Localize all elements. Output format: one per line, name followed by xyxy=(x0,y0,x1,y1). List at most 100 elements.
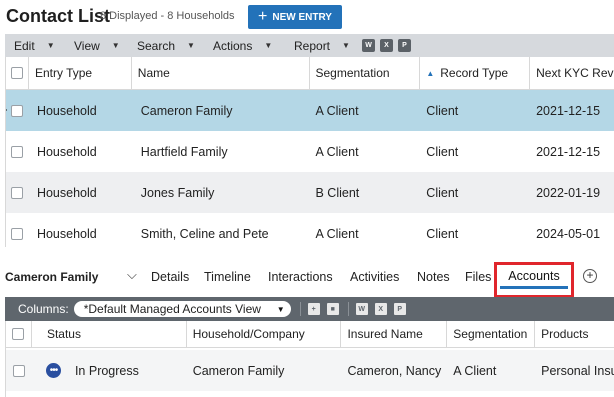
menu-actions[interactable]: Actions ▼ xyxy=(207,34,288,57)
menu-report-label: Report xyxy=(294,38,331,53)
column-header-entry-type[interactable]: Entry Type xyxy=(29,57,132,89)
table-row[interactable]: Household Hartfield Family A Client Clie… xyxy=(6,131,614,172)
accounts-grid: Status Household/Company Insured Name Se… xyxy=(5,321,614,397)
checkbox-icon xyxy=(11,186,24,199)
tab-details[interactable]: Details xyxy=(151,270,189,284)
row-checkbox[interactable] xyxy=(6,172,29,213)
cell-segmentation: A Client xyxy=(453,363,497,378)
tab-activities[interactable]: Activities xyxy=(350,270,399,284)
caret-down-icon: ▼ xyxy=(342,41,350,50)
cell-products: Personal Insu xyxy=(541,363,614,378)
cell-record-type: Client xyxy=(426,226,459,241)
contacts-grid-header: Entry Type Name Segmentation ▲ Record Ty… xyxy=(6,57,614,90)
excel-export-icon[interactable]: X xyxy=(380,39,393,52)
select-all-checkbox[interactable] xyxy=(6,57,29,89)
cell-segmentation: A Client xyxy=(315,144,359,159)
checkbox-icon xyxy=(12,328,25,340)
column-header-status[interactable]: Status xyxy=(32,321,187,347)
columns-toolbar: Columns: *Default Managed Accounts View … xyxy=(5,297,614,321)
select-all-checkbox[interactable] xyxy=(6,321,32,347)
accounts-grid-header: Status Household/Company Insured Name Se… xyxy=(6,321,614,348)
cell-status-label: In Progress xyxy=(74,363,139,378)
caret-down-icon: ▼ xyxy=(264,41,273,50)
table-row[interactable]: Household Cameron Family A Client Client… xyxy=(6,90,614,131)
delete-icon[interactable]: ■ xyxy=(326,303,339,315)
checkbox-icon xyxy=(11,227,24,240)
plus-icon: + xyxy=(258,8,268,25)
table-row[interactable]: ••• In Progress Cameron Family Cameron, … xyxy=(6,350,614,391)
print-preview-icon[interactable]: P xyxy=(393,303,406,315)
print-preview-icon[interactable]: P xyxy=(398,39,411,52)
view-select[interactable]: *Default Managed Accounts View ▼ xyxy=(73,301,291,317)
column-header-insured-name[interactable]: Insured Name xyxy=(341,321,448,347)
column-header-name[interactable]: Name xyxy=(132,57,310,89)
add-tab-icon[interactable]: + xyxy=(583,269,597,283)
column-header-next-kyc[interactable]: Next KYC Revi xyxy=(530,57,614,89)
columns-label: Columns: xyxy=(18,302,69,316)
menu-search[interactable]: Search ▼ xyxy=(131,34,207,57)
row-checkbox[interactable] xyxy=(6,90,29,131)
column-header-products[interactable]: Products xyxy=(535,321,614,347)
menu-edit-label: Edit xyxy=(14,38,35,53)
checkbox-icon xyxy=(12,364,25,377)
cell-segmentation: A Client xyxy=(315,103,359,118)
menu-toolbar: Edit ▼ View ▼ Search ▼ Actions ▼ Report ▼ W X… xyxy=(5,34,614,57)
tab-notes[interactable]: Notes xyxy=(417,270,450,284)
checkbox-icon xyxy=(10,67,23,79)
tab-files[interactable]: Files xyxy=(465,270,491,284)
cell-entry-type: Household xyxy=(36,185,97,200)
row-checkbox[interactable] xyxy=(6,350,32,391)
page-header: Contact List 8 Displayed - 8 Households … xyxy=(0,0,614,34)
cell-status: ••• In Progress xyxy=(32,350,187,391)
caret-down-icon: ▼ xyxy=(276,304,285,314)
toolbar-divider xyxy=(347,302,349,316)
column-header-record-type-label: Record Type xyxy=(440,66,509,80)
cell-name: Jones Family xyxy=(140,185,215,200)
cell-next-kyc: 2024-05-01 xyxy=(536,226,601,241)
menu-search-label: Search xyxy=(137,38,176,53)
cell-segmentation: A Client xyxy=(315,226,359,241)
caret-down-icon: ▼ xyxy=(111,41,120,50)
cell-name: Cameron Family xyxy=(140,103,233,118)
column-header-household[interactable]: Household/Company xyxy=(187,321,342,347)
checkbox-icon xyxy=(11,145,24,158)
cell-record-type: Client xyxy=(426,185,459,200)
add-icon[interactable]: + xyxy=(307,303,320,315)
column-header-segmentation[interactable]: Segmentation xyxy=(447,321,536,347)
row-checkbox[interactable] xyxy=(6,213,29,254)
chevron-down-icon[interactable]: ⌵ xyxy=(127,267,137,283)
cell-entry-type: Household xyxy=(36,144,97,159)
cell-insured-name: Cameron, Nancy xyxy=(347,363,442,378)
row-checkbox[interactable] xyxy=(6,131,29,172)
table-row[interactable]: Household Smith, Celine and Pete A Clien… xyxy=(6,213,614,254)
word-export-icon[interactable]: W xyxy=(362,39,375,52)
detail-record-name: Cameron Family xyxy=(5,270,99,284)
menu-edit[interactable]: Edit ▼ xyxy=(5,34,68,57)
checkbox-icon xyxy=(11,104,24,117)
column-header-record-type[interactable]: ▲ Record Type xyxy=(420,57,531,89)
cell-next-kyc: 2022-01-19 xyxy=(536,185,601,200)
menu-view[interactable]: View ▼ xyxy=(68,34,131,57)
contacts-grid: Entry Type Name Segmentation ▲ Record Ty… xyxy=(5,57,614,247)
word-export-icon[interactable]: W xyxy=(355,303,368,315)
cell-entry-type: Household xyxy=(36,226,97,241)
highlight-box xyxy=(494,262,574,298)
table-row[interactable]: Household Jones Family B Client Client 2… xyxy=(6,172,614,213)
cell-name: Hartfield Family xyxy=(140,144,228,159)
page-title: Contact List xyxy=(6,6,111,26)
view-select-value: *Default Managed Accounts View xyxy=(83,302,261,316)
new-entry-button[interactable]: + NEW ENTRY xyxy=(248,5,342,29)
menu-report[interactable]: Report ▼ xyxy=(288,34,362,57)
sort-ascending-icon: ▲ xyxy=(426,68,435,78)
tab-timeline[interactable]: Timeline xyxy=(204,270,251,284)
detail-tab-bar: Cameron Family ⌵ Details Timeline Intera… xyxy=(0,262,614,298)
in-progress-icon: ••• xyxy=(45,363,61,378)
tab-interactions[interactable]: Interactions xyxy=(268,270,333,284)
column-header-segmentation[interactable]: Segmentation xyxy=(310,57,421,89)
caret-down-icon: ▼ xyxy=(46,41,55,50)
excel-export-icon[interactable]: X xyxy=(374,303,387,315)
toolbar-divider xyxy=(299,302,301,316)
current-row-pointer-icon xyxy=(6,105,7,115)
cell-record-type: Client xyxy=(426,103,459,118)
cell-next-kyc: 2021-12-15 xyxy=(536,103,601,118)
